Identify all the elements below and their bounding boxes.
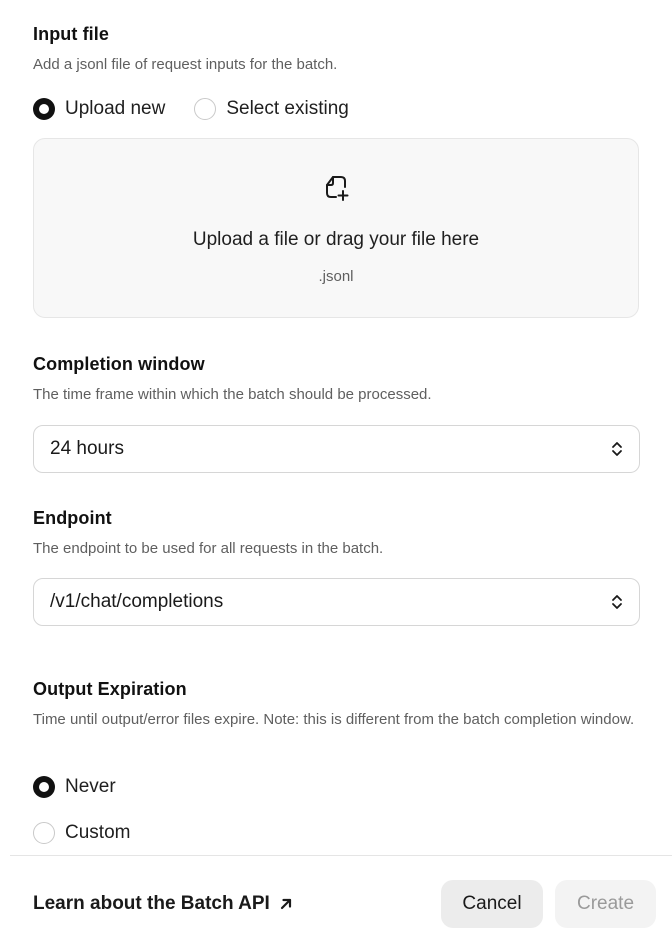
input-file-title: Input file bbox=[33, 24, 109, 44]
radio-never[interactable]: Never bbox=[33, 776, 116, 798]
radio-checked-icon bbox=[33, 98, 55, 120]
completion-window-title: Completion window bbox=[33, 354, 205, 374]
input-file-section: Input file Add a jsonl file of request i… bbox=[33, 24, 640, 76]
endpoint-description: The endpoint to be used for all requests… bbox=[33, 540, 384, 557]
input-file-options: Upload new Select existing bbox=[33, 98, 349, 120]
input-file-description: Add a jsonl file of request inputs for t… bbox=[33, 56, 338, 73]
radio-label: Select existing bbox=[226, 98, 349, 119]
endpoint-title: Endpoint bbox=[33, 508, 112, 528]
completion-window-select[interactable]: 24 hours bbox=[33, 425, 640, 473]
completion-window-section: Completion window The time frame within … bbox=[33, 354, 640, 406]
cancel-button[interactable]: Cancel bbox=[441, 880, 543, 928]
file-dropzone[interactable]: Upload a file or drag your file here .js… bbox=[33, 138, 639, 318]
create-button[interactable]: Create bbox=[555, 880, 656, 928]
accepted-file-type: .jsonl bbox=[318, 268, 354, 285]
file-plus-icon bbox=[323, 173, 351, 203]
radio-unchecked-icon bbox=[33, 822, 55, 844]
radio-checked-icon bbox=[33, 776, 55, 798]
learn-link-label: Learn about the Batch API bbox=[33, 893, 270, 914]
endpoint-section: Endpoint The endpoint to be used for all… bbox=[33, 508, 640, 560]
arrow-up-right-icon bbox=[279, 897, 293, 911]
completion-window-value: 24 hours bbox=[50, 438, 124, 459]
radio-upload-new[interactable]: Upload new bbox=[33, 98, 165, 120]
radio-label: Upload new bbox=[65, 98, 166, 119]
endpoint-value: /v1/chat/completions bbox=[50, 591, 224, 612]
completion-window-description: The time frame within which the batch sh… bbox=[33, 386, 432, 403]
radio-select-existing[interactable]: Select existing bbox=[194, 98, 349, 120]
chevron-up-down-icon bbox=[610, 439, 624, 465]
output-expiration-description: Time until output/error files expire. No… bbox=[33, 711, 635, 728]
footer-divider bbox=[10, 855, 672, 856]
radio-label: Custom bbox=[65, 822, 131, 843]
chevron-up-down-icon bbox=[610, 592, 624, 618]
output-expiration-title: Output Expiration bbox=[33, 679, 187, 699]
upload-instructions: Upload a file or drag your file here bbox=[192, 229, 480, 250]
learn-batch-api-link[interactable]: Learn about the Batch API bbox=[33, 893, 293, 915]
endpoint-select[interactable]: /v1/chat/completions bbox=[33, 578, 640, 626]
radio-label: Never bbox=[65, 776, 116, 797]
radio-custom[interactable]: Custom bbox=[33, 822, 130, 844]
output-expiration-section: Output Expiration Time until output/erro… bbox=[33, 679, 640, 731]
radio-unchecked-icon bbox=[194, 98, 217, 120]
